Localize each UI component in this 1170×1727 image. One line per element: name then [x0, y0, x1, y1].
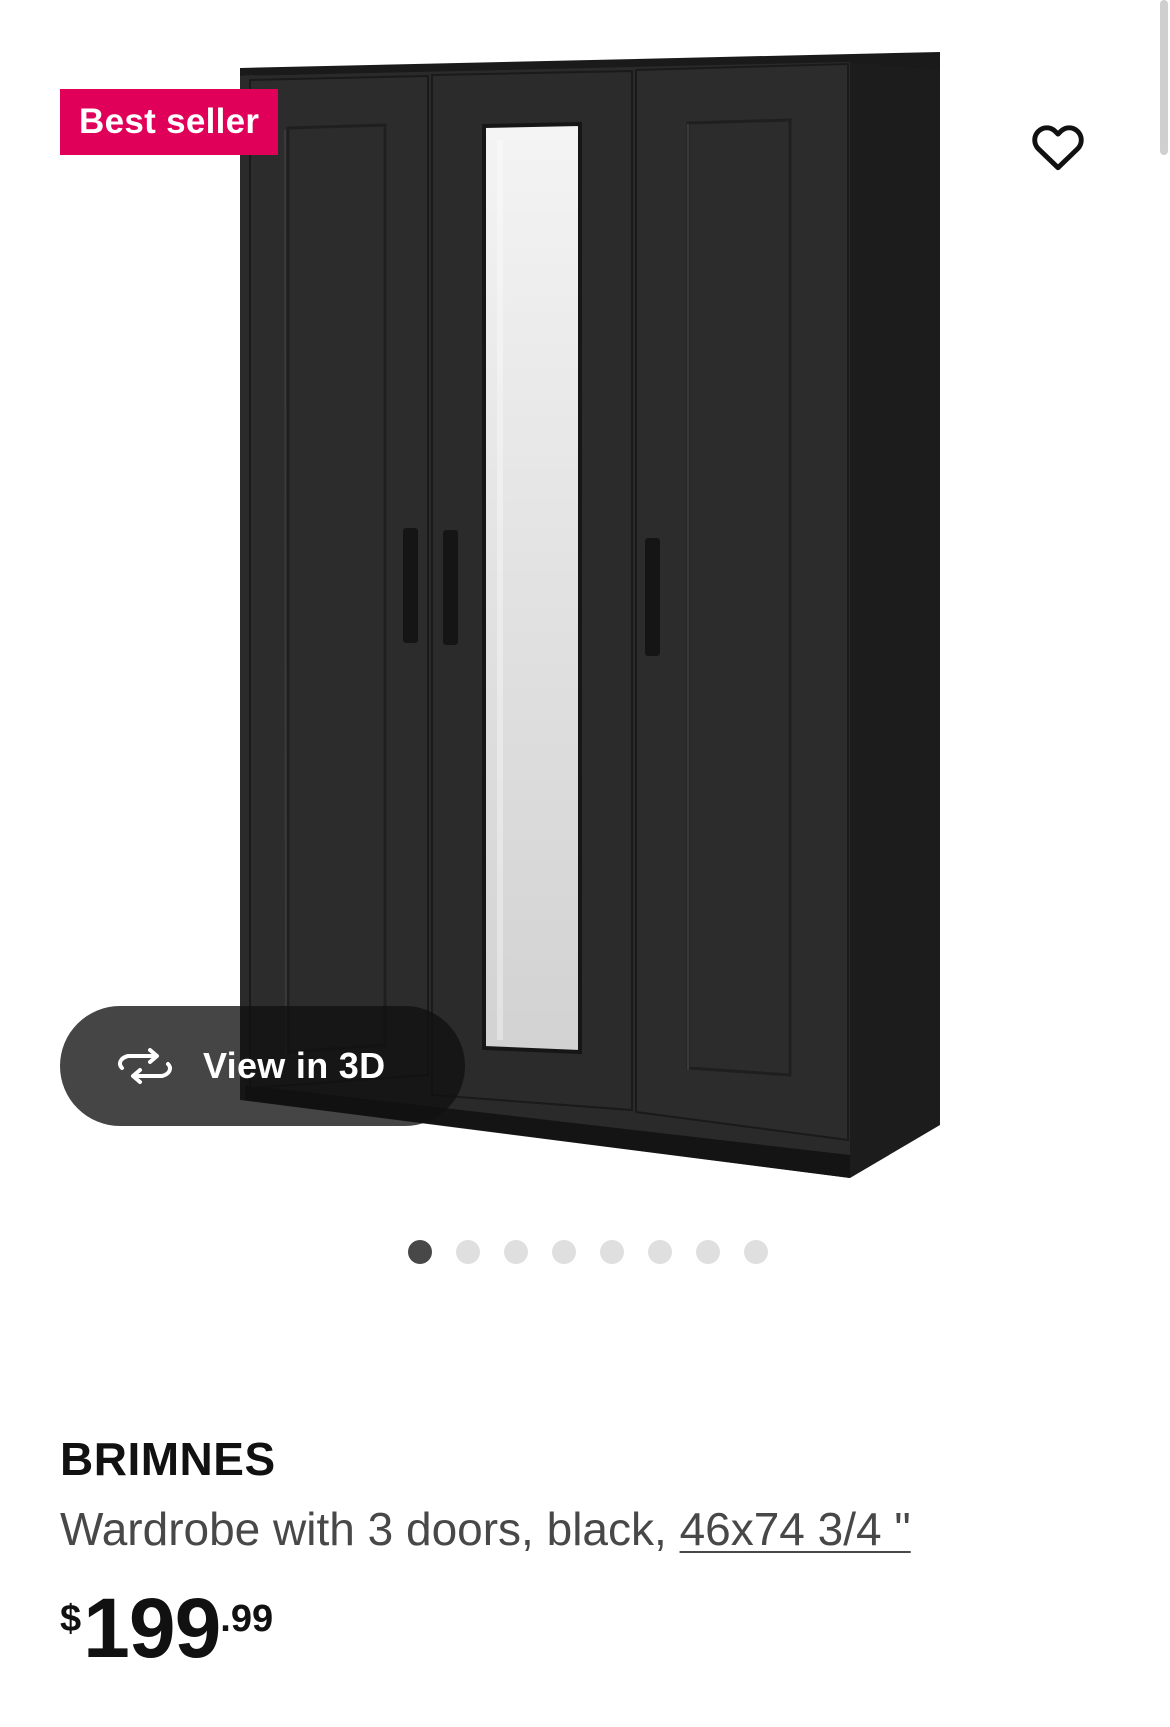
- view-in-3d-label: View in 3D: [203, 1045, 386, 1086]
- gallery-dot-8[interactable]: [744, 1240, 768, 1264]
- product-description-text: Wardrobe with 3 doors, black,: [60, 1503, 680, 1555]
- gallery-dot-7[interactable]: [696, 1240, 720, 1264]
- price-decimals: .99: [220, 1598, 274, 1640]
- gallery-dot-1[interactable]: [408, 1240, 432, 1264]
- view-in-3d-button[interactable]: View in 3D: [60, 1006, 465, 1126]
- gallery-dot-2[interactable]: [456, 1240, 480, 1264]
- scrollbar[interactable]: [1160, 0, 1168, 155]
- gallery-pagination: [408, 1240, 768, 1264]
- rotate-3d-icon: [114, 1046, 176, 1086]
- favorite-button[interactable]: [1027, 115, 1089, 177]
- product-image-gallery[interactable]: Best seller View in 3D: [0, 0, 1170, 1200]
- gallery-dot-4[interactable]: [552, 1240, 576, 1264]
- price-integer: 199: [83, 1581, 221, 1675]
- product-size-link[interactable]: 46x74 3/4 ": [680, 1503, 911, 1555]
- product-description: Wardrobe with 3 doors, black, 46x74 3/4 …: [60, 1502, 911, 1556]
- heart-outline-icon: [1032, 125, 1084, 171]
- product-name[interactable]: BRIMNES: [60, 1432, 276, 1486]
- gallery-dot-5[interactable]: [600, 1240, 624, 1264]
- gallery-dot-6[interactable]: [648, 1240, 672, 1264]
- product-price: $ 199 .99: [60, 1586, 273, 1670]
- price-currency: $: [60, 1598, 82, 1640]
- best-seller-badge: Best seller: [60, 89, 279, 155]
- gallery-dot-3[interactable]: [504, 1240, 528, 1264]
